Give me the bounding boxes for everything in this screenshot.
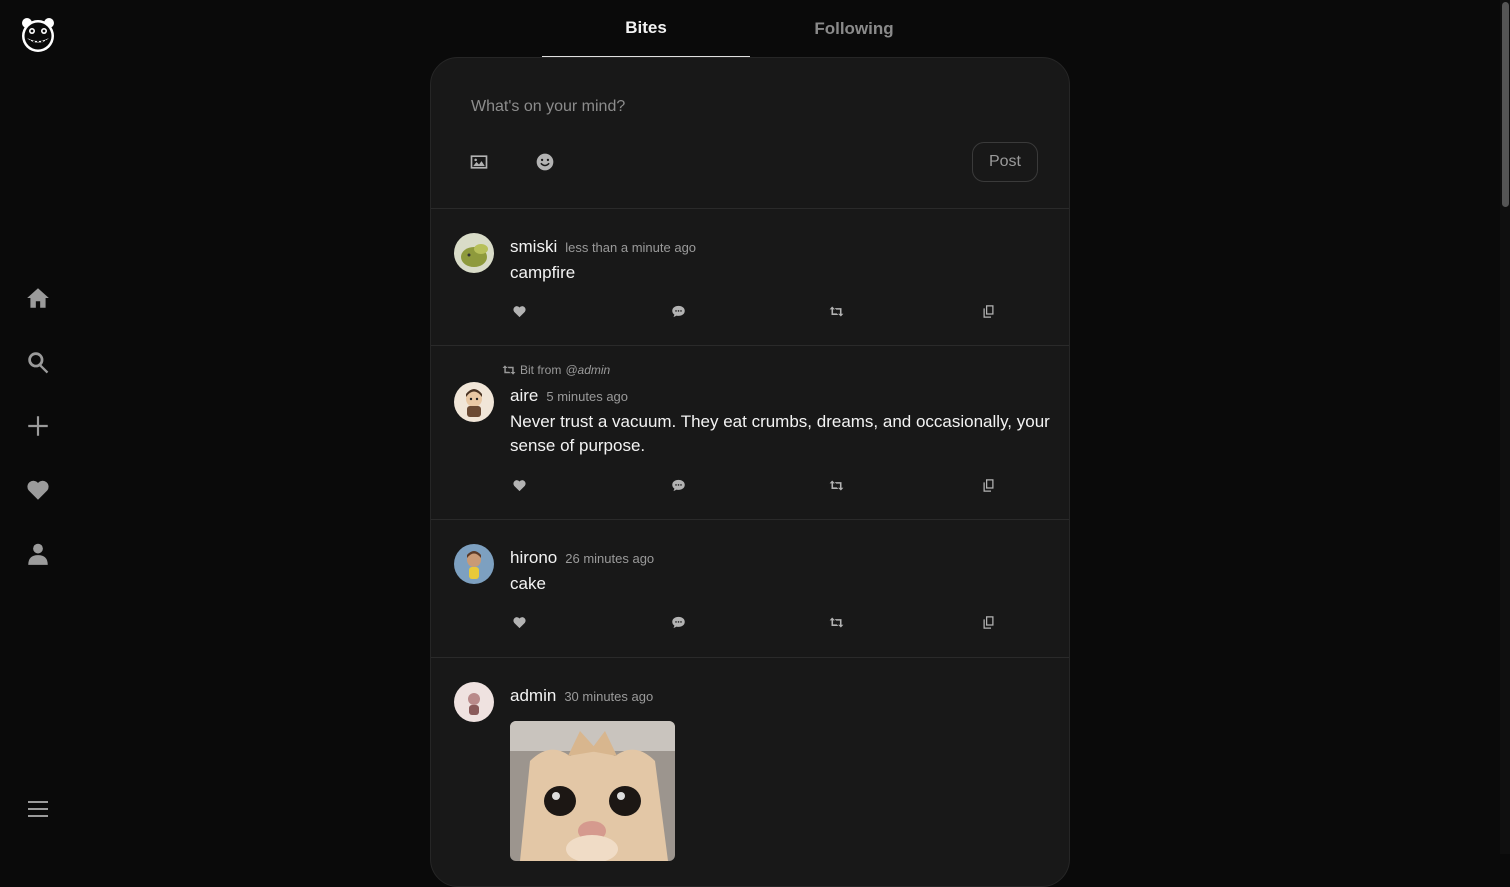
- doll-avatar-icon: [454, 382, 494, 422]
- cat-photo-icon: [510, 721, 675, 861]
- bear-face-logo-icon: [22, 18, 54, 52]
- emoji-button[interactable]: [533, 150, 557, 174]
- comment-button[interactable]: [669, 613, 687, 631]
- feed-tabs: Bites Following: [542, 0, 958, 58]
- post-actions: [510, 302, 1010, 320]
- post-text: Never trust a vacuum. They eat crumbs, d…: [510, 412, 1050, 455]
- post-header: aire 5 minutes ago: [510, 386, 628, 406]
- repost-button[interactable]: [827, 476, 845, 494]
- timestamp: 5 minutes ago: [546, 389, 629, 404]
- feed-panel: What's on your mind? Post smiski less th…: [430, 57, 1070, 887]
- search-icon: [28, 352, 49, 374]
- comment-icon: [671, 616, 685, 628]
- comment-button[interactable]: [669, 302, 687, 320]
- timestamp: 26 minutes ago: [565, 551, 655, 566]
- home-icon: [27, 288, 49, 308]
- nav-profile[interactable]: [16, 532, 60, 576]
- composer: What's on your mind? Post: [431, 58, 1069, 209]
- nav-activity[interactable]: [16, 468, 60, 512]
- post-header: admin 30 minutes ago: [510, 686, 653, 706]
- avatar[interactable]: [454, 382, 494, 422]
- post-header: hirono 26 minutes ago: [510, 548, 654, 568]
- repost-note: Bit from @admin: [502, 363, 610, 377]
- like-button[interactable]: [510, 476, 528, 494]
- hamburger-menu-icon: [28, 801, 48, 817]
- post-text: campfire: [510, 263, 576, 282]
- repost-source-user[interactable]: @admin: [565, 363, 610, 377]
- post-item: hirono 26 minutes ago cake: [431, 520, 1069, 658]
- repost-icon: [829, 306, 843, 316]
- green-figure-avatar-icon: [454, 233, 494, 273]
- username[interactable]: smiski: [510, 237, 557, 257]
- composer-input[interactable]: What's on your mind?: [471, 98, 625, 116]
- username[interactable]: hirono: [510, 548, 557, 568]
- avatar[interactable]: [454, 233, 494, 273]
- repost-label: Bit from: [520, 363, 562, 377]
- like-button[interactable]: [510, 302, 528, 320]
- timestamp: 30 minutes ago: [564, 689, 654, 704]
- menu-button[interactable]: [16, 787, 60, 831]
- sidebar-nav: [16, 276, 60, 596]
- copy-button[interactable]: [979, 476, 997, 494]
- post-item: admin 30 minutes ago: [431, 658, 1069, 886]
- nav-search[interactable]: [16, 340, 60, 384]
- copy-icon: [983, 615, 993, 629]
- scrollbar-thumb[interactable]: [1502, 2, 1509, 207]
- tab-bites[interactable]: Bites: [542, 0, 750, 57]
- heart-icon: [512, 305, 526, 317]
- plus-icon: [28, 416, 48, 436]
- blue-figure-avatar-icon: [454, 544, 494, 584]
- post-button[interactable]: Post: [972, 142, 1038, 182]
- pink-figure-avatar-icon: [454, 682, 494, 722]
- copy-icon: [983, 478, 993, 492]
- attach-image-button[interactable]: [467, 150, 491, 174]
- heart-icon: [27, 480, 49, 500]
- post-image[interactable]: [510, 721, 675, 861]
- app-logo[interactable]: [18, 14, 58, 54]
- copy-button[interactable]: [979, 302, 997, 320]
- repost-icon: [829, 617, 843, 627]
- post-item: smiski less than a minute ago campfire: [431, 209, 1069, 346]
- username[interactable]: admin: [510, 686, 556, 706]
- avatar[interactable]: [454, 682, 494, 722]
- comment-icon: [671, 479, 685, 491]
- scrollbar[interactable]: [1500, 0, 1510, 854]
- image-icon: [470, 155, 488, 169]
- heart-icon: [512, 479, 526, 491]
- nav-home[interactable]: [16, 276, 60, 320]
- post-actions: [510, 476, 1010, 494]
- comment-icon: [671, 305, 685, 317]
- post-text: cake: [510, 574, 546, 593]
- heart-icon: [512, 616, 526, 628]
- smiley-icon: [536, 153, 554, 171]
- avatar[interactable]: [454, 544, 494, 584]
- repost-button[interactable]: [827, 302, 845, 320]
- post-item: Bit from @admin aire 5 minutes ago Never…: [431, 346, 1069, 520]
- copy-icon: [983, 304, 993, 318]
- like-button[interactable]: [510, 613, 528, 631]
- post-header: smiski less than a minute ago: [510, 237, 696, 257]
- comment-button[interactable]: [669, 476, 687, 494]
- repost-button[interactable]: [827, 613, 845, 631]
- username[interactable]: aire: [510, 386, 538, 406]
- user-icon: [28, 543, 48, 565]
- repost-icon: [502, 365, 516, 375]
- copy-button[interactable]: [979, 613, 997, 631]
- post-actions: [510, 613, 1010, 631]
- tab-following[interactable]: Following: [750, 0, 958, 57]
- repost-icon: [829, 480, 843, 490]
- timestamp: less than a minute ago: [565, 240, 697, 255]
- nav-create[interactable]: [16, 404, 60, 448]
